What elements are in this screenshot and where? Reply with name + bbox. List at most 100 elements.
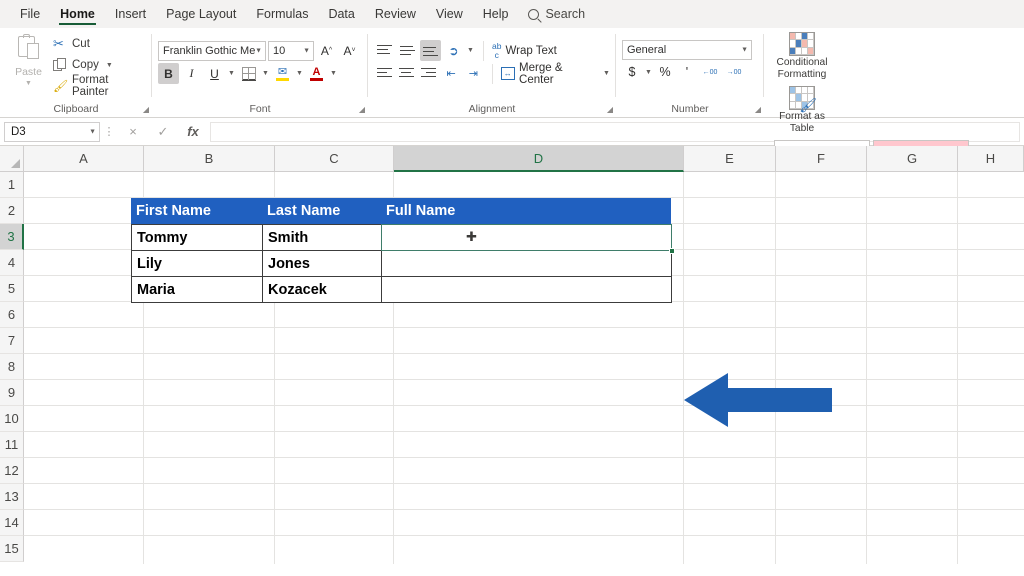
tab-review[interactable]: Review	[365, 0, 426, 28]
cut-button[interactable]: ✂ Cut	[53, 35, 146, 53]
chevron-down-icon[interactable]: ▼	[25, 80, 32, 87]
decrease-font-size-button[interactable]: A ˅	[339, 40, 360, 61]
row-header-2[interactable]: 2	[0, 198, 24, 224]
cell-D2[interactable]: Full Name	[381, 198, 671, 224]
fill-color-button[interactable]: ✉	[272, 63, 293, 84]
column-header-e[interactable]: E	[684, 146, 776, 172]
row-header-7[interactable]: 7	[0, 328, 24, 354]
font-dialog-launcher[interactable]: ◢	[359, 105, 365, 114]
chevron-down-icon[interactable]: ▼	[603, 70, 610, 77]
row-header-11[interactable]: 11	[0, 432, 24, 458]
tab-data[interactable]: Data	[318, 0, 364, 28]
decrease-decimal-button[interactable]: →00	[723, 69, 745, 76]
search-box[interactable]: Search	[518, 0, 595, 28]
paste-button[interactable]: Paste ▼	[6, 32, 51, 87]
alignment-dialog-launcher[interactable]: ◢	[607, 105, 613, 114]
italic-button[interactable]: I	[181, 63, 202, 84]
name-box[interactable]: D3 ▼	[4, 121, 100, 142]
column-header-c[interactable]: C	[275, 146, 394, 172]
tab-file[interactable]: File	[10, 0, 50, 28]
cell-B4[interactable]: Lily	[131, 250, 263, 277]
column-header-d[interactable]: D	[394, 146, 684, 172]
row-header-5[interactable]: 5	[0, 276, 24, 302]
row-header-15[interactable]: 15	[0, 536, 24, 562]
chevron-down-icon[interactable]: ▼	[741, 47, 748, 54]
column-header-f[interactable]: F	[776, 146, 867, 172]
comma-style-button[interactable]: '	[677, 62, 697, 82]
tab-home[interactable]: Home	[50, 0, 105, 28]
increase-font-size-button[interactable]: A ^	[316, 40, 337, 61]
align-middle-button[interactable]	[397, 40, 418, 61]
row-header-12[interactable]: 12	[0, 458, 24, 484]
copy-button[interactable]: Copy ▼	[53, 56, 146, 74]
increase-decimal-button[interactable]: ←00	[699, 69, 721, 76]
row-header-8[interactable]: 8	[0, 354, 24, 380]
row-header-4[interactable]: 4	[0, 250, 24, 276]
conditional-formatting-button[interactable]: Conditional Formatting	[770, 32, 834, 80]
column-header-g[interactable]: G	[867, 146, 958, 172]
row-header-14[interactable]: 14	[0, 510, 24, 536]
row-header-3[interactable]: 3	[0, 224, 24, 250]
insert-function-button[interactable]: fx	[178, 124, 208, 139]
chevron-down-icon[interactable]: ▼	[255, 47, 262, 54]
row-header-10[interactable]: 10	[0, 406, 24, 432]
tab-insert[interactable]: Insert	[105, 0, 156, 28]
align-right-button[interactable]	[419, 63, 439, 84]
bold-button[interactable]: B	[158, 63, 179, 84]
currency-chevron-down-icon[interactable]: ▼	[644, 69, 653, 76]
chevron-down-icon[interactable]: ▼	[89, 128, 96, 135]
row-header-9[interactable]: 9	[0, 380, 24, 406]
format-painter-button[interactable]: 🖌 Format Painter	[53, 74, 146, 98]
tab-help[interactable]: Help	[473, 0, 519, 28]
cell-area[interactable]: First Name Last Name Full Name Tommy Smi…	[24, 172, 1024, 564]
cell-D5[interactable]	[381, 276, 672, 303]
underline-chevron-down-icon[interactable]: ▼	[227, 70, 236, 77]
font-name-input[interactable]: Franklin Gothic Me ▼	[158, 40, 266, 61]
font-size-input[interactable]: 10 ▼	[268, 40, 314, 61]
column-header-h[interactable]: H	[958, 146, 1024, 172]
increase-indent-button[interactable]: ⇥	[463, 63, 483, 84]
wrap-text-button[interactable]: ab c Wrap Text	[492, 40, 557, 61]
decrease-indent-button[interactable]: ⇤	[441, 63, 461, 84]
cancel-formula-button[interactable]: ×	[118, 124, 148, 139]
formula-input[interactable]	[210, 121, 1020, 142]
currency-format-button[interactable]: $	[622, 62, 642, 82]
number-dialog-launcher[interactable]: ◢	[755, 105, 761, 114]
clipboard-dialog-launcher[interactable]: ◢	[143, 105, 149, 114]
cell-D4[interactable]	[381, 250, 672, 277]
formula-bar-expand-handle[interactable]: ⋮	[100, 125, 118, 138]
borders-button[interactable]	[238, 63, 259, 84]
font-color-button[interactable]: A	[306, 63, 327, 84]
tab-page-layout[interactable]: Page Layout	[156, 0, 246, 28]
align-left-button[interactable]	[374, 63, 394, 84]
fill-color-chevron-down-icon[interactable]: ▼	[295, 70, 304, 77]
select-all-corner[interactable]	[0, 146, 24, 172]
fill-handle[interactable]	[668, 247, 675, 254]
confirm-formula-button[interactable]: ✓	[148, 124, 178, 140]
format-as-table-button[interactable]: 🖌 Format as Table	[770, 86, 834, 134]
cell-C5[interactable]: Kozacek	[262, 276, 382, 303]
percent-format-button[interactable]: %	[655, 62, 675, 82]
column-header-b[interactable]: B	[144, 146, 275, 172]
align-bottom-button[interactable]	[420, 40, 441, 61]
cell-B2[interactable]: First Name	[131, 198, 262, 224]
number-format-select[interactable]: General ▼	[622, 40, 752, 60]
row-header-13[interactable]: 13	[0, 484, 24, 510]
merge-and-center-button[interactable]: ↔ Merge & Center ▼	[500, 62, 610, 86]
row-header-1[interactable]: 1	[0, 172, 24, 198]
column-header-a[interactable]: A	[24, 146, 144, 172]
tab-formulas[interactable]: Formulas	[246, 0, 318, 28]
cell-B3[interactable]: Tommy	[131, 224, 263, 251]
underline-button[interactable]: U	[204, 63, 225, 84]
borders-chevron-down-icon[interactable]: ▼	[261, 70, 270, 77]
orientation-chevron-down-icon[interactable]: ▼	[466, 47, 475, 54]
cell-C3[interactable]: Smith	[262, 224, 382, 251]
align-center-button[interactable]	[396, 63, 416, 84]
cell-C4[interactable]: Jones	[262, 250, 382, 277]
chevron-down-icon[interactable]: ▼	[303, 47, 310, 54]
orientation-button[interactable]: ➲	[443, 40, 464, 61]
cell-D3[interactable]	[381, 224, 675, 254]
chevron-down-icon[interactable]: ▼	[106, 62, 113, 69]
tab-view[interactable]: View	[426, 0, 473, 28]
cell-C2[interactable]: Last Name	[262, 198, 381, 224]
